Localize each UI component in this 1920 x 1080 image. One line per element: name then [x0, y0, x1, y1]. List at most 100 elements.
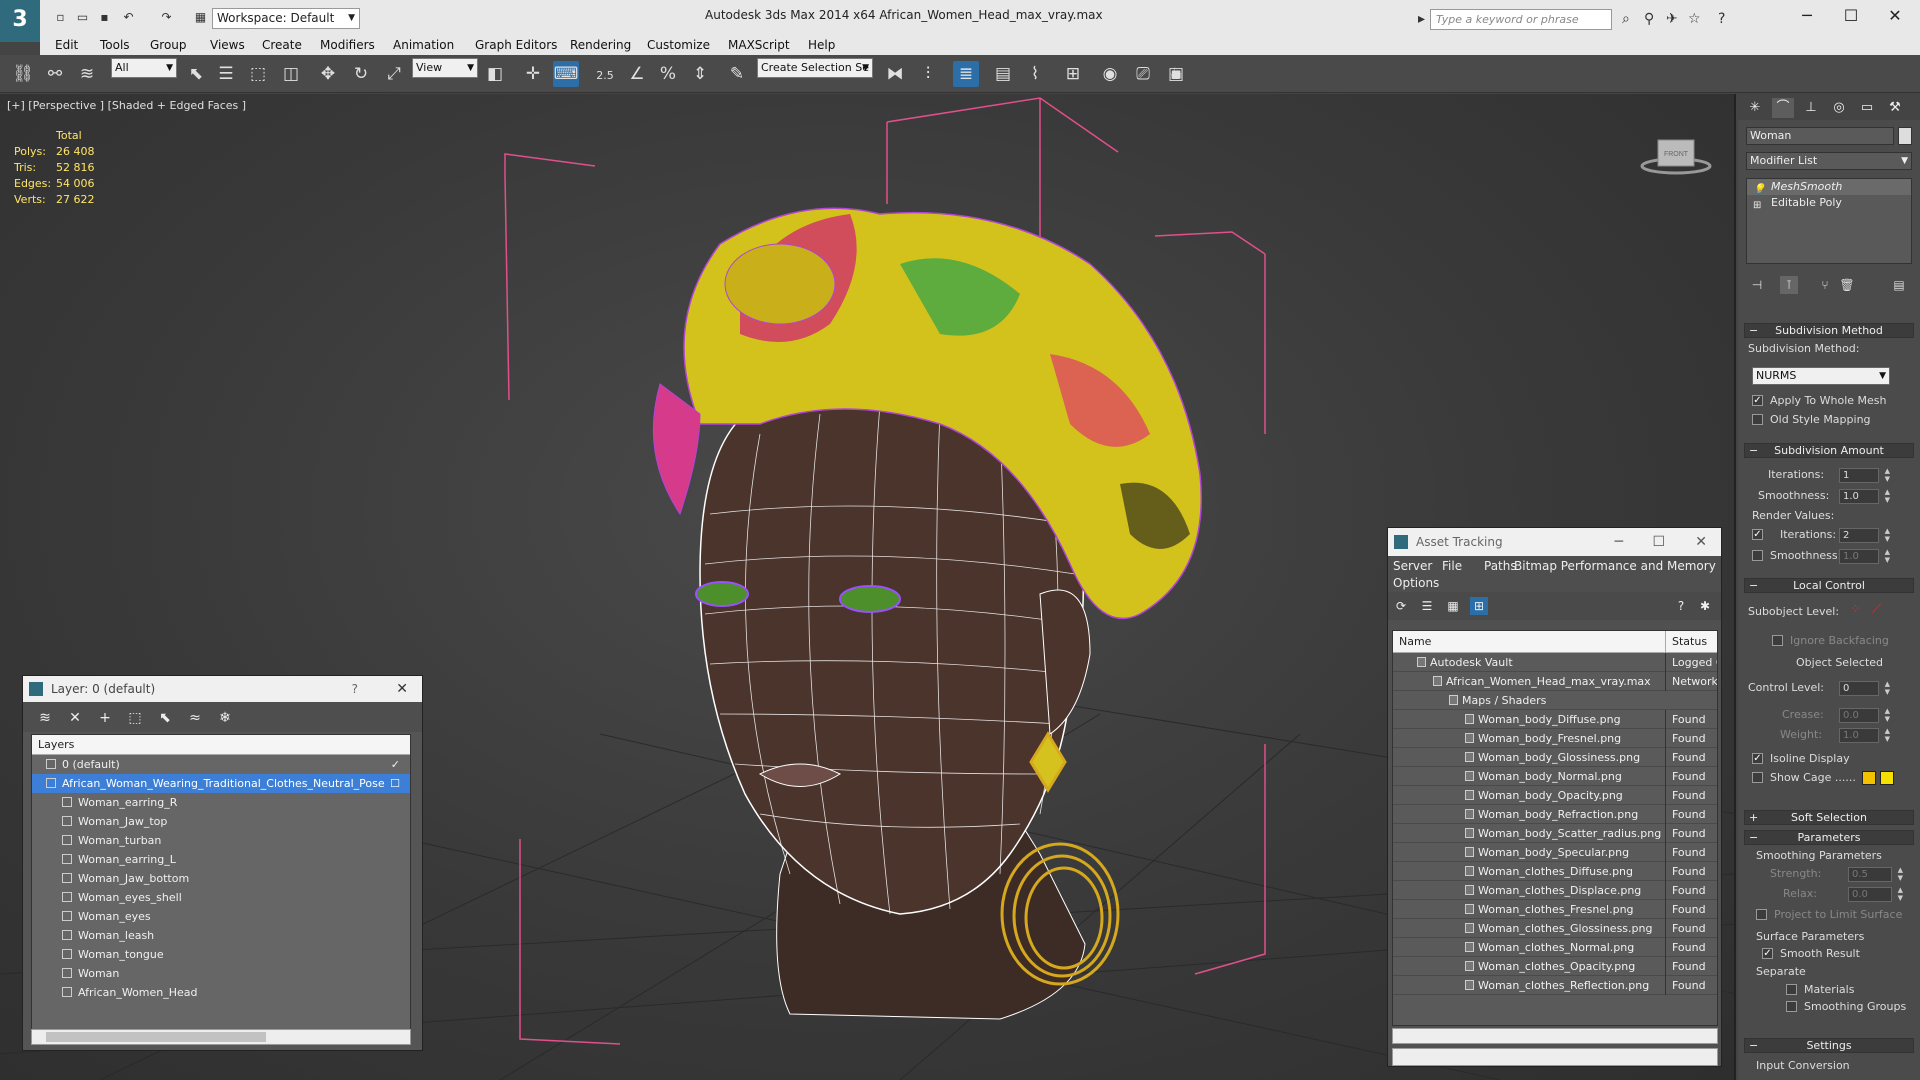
object-color-swatch[interactable] [1898, 127, 1912, 145]
spinner-arrows-icon[interactable]: ▲ ▼ [1885, 488, 1890, 504]
spinner-arrows-icon[interactable]: ▲ ▼ [1885, 527, 1890, 543]
mirror-icon[interactable]: ⧓ [882, 61, 908, 87]
layer-column-header[interactable]: Layers [32, 735, 410, 755]
snaps-toggle-icon[interactable]: 2.5 [592, 61, 618, 87]
asset-row[interactable]: Woman_clothes_Fresnel.png Found [1393, 900, 1717, 919]
weight-spinner[interactable]: 1.0 ▲ ▼ [1839, 727, 1890, 743]
asset-row[interactable]: Autodesk Vault Logged O [1393, 653, 1717, 672]
iterations-spinner[interactable]: 1 ▲ ▼ [1839, 467, 1890, 483]
render-iterations-checkbox[interactable]: ✓ [1752, 529, 1763, 540]
spinner-arrows-icon[interactable]: ▲ ▼ [1885, 707, 1890, 723]
apply-whole-mesh-checkbox[interactable]: ✓ [1752, 395, 1763, 406]
menu-animation[interactable]: Animation [393, 38, 454, 52]
rollout-settings[interactable]: − Settings [1744, 1038, 1914, 1053]
delete-layer-icon[interactable]: ✕ [65, 708, 85, 728]
horizontal-scrollbar[interactable] [31, 1029, 411, 1045]
cage-color-swatch[interactable] [1862, 771, 1876, 785]
minimize-icon[interactable]: ─ [1615, 528, 1623, 556]
close-icon[interactable]: ✕ [396, 676, 408, 702]
cage-color-swatch[interactable] [1880, 771, 1894, 785]
asset-row[interactable]: Woman_clothes_Reflection.png Found [1393, 976, 1717, 995]
strength-spinner[interactable]: 0.5 ▲ ▼ [1848, 866, 1903, 882]
binoculars-icon[interactable]: ⌕ [1622, 11, 1630, 27]
spinner-arrows-icon[interactable]: ▲ ▼ [1885, 467, 1890, 483]
asset-menu-paths[interactable]: Paths [1484, 559, 1517, 573]
asset-menu-server[interactable]: Server [1393, 559, 1432, 573]
asset-row[interactable]: Woman_body_Refraction.png Found [1393, 805, 1717, 824]
select-manipulate-icon[interactable]: ✛ [520, 61, 546, 87]
search-input[interactable]: Type a keyword or phrase [1430, 9, 1612, 30]
select-in-layer-icon[interactable]: ⬚ [125, 708, 145, 728]
asset-row[interactable]: Woman_clothes_Diffuse.png Found [1393, 862, 1717, 881]
modify-tab-icon[interactable]: ⌒ [1772, 98, 1794, 118]
rollout-parameters[interactable]: − Parameters [1744, 830, 1914, 845]
menu-group[interactable]: Group [150, 38, 187, 52]
select-scale-icon[interactable]: ⤢ [381, 61, 407, 87]
layer-row[interactable]: African_Woman_Wearing_Traditional_Clothe… [32, 774, 410, 793]
asset-row[interactable]: Woman_body_Fresnel.png Found [1393, 729, 1717, 748]
pin-icon[interactable]: ✱ [1696, 597, 1714, 615]
rollout-local-control[interactable]: − Local Control [1744, 578, 1914, 593]
graphite-ribbon-icon[interactable]: ▤ [990, 61, 1016, 87]
maximize-icon[interactable]: ☐ [1836, 6, 1866, 25]
smooth-result-checkbox[interactable]: ✓ [1762, 948, 1773, 959]
edit-named-selection-icon[interactable]: ✎ [724, 61, 750, 87]
menu-maxscript[interactable]: MAXScript [728, 38, 790, 52]
asset-row[interactable]: Woman_clothes_Glossiness.png Found [1393, 919, 1717, 938]
help-icon[interactable]: ? [1718, 11, 1725, 27]
menu-customize[interactable]: Customize [647, 38, 710, 52]
asset-menu-bitmap-performance[interactable]: Bitmap Performance and Memory [1514, 559, 1716, 573]
materials-checkbox[interactable] [1786, 984, 1797, 995]
project-folder-icon[interactable]: ▦ [192, 9, 209, 26]
set-active-layer-icon[interactable]: ☐ [390, 774, 400, 793]
schematic-view-icon[interactable]: ⊞ [1060, 61, 1086, 87]
render-iterations-spinner[interactable]: 2 ▲ ▼ [1839, 527, 1890, 543]
layer-row[interactable]: Woman_Jaw_top [32, 812, 410, 831]
menu-graph-editors[interactable]: Graph Editors [475, 38, 557, 52]
asset-menu-file[interactable]: File [1442, 559, 1462, 573]
modifier-list-select[interactable]: Modifier List ▼ [1746, 152, 1912, 170]
select-move-icon[interactable]: ✥ [315, 61, 341, 87]
bind-space-warp-icon[interactable]: ≋ [74, 61, 100, 87]
layer-panel-titlebar[interactable]: Layer: 0 (default) ? ✕ [23, 676, 422, 702]
asset-row[interactable]: Woman_body_Diffuse.png Found [1393, 710, 1717, 729]
rectangular-selection-icon[interactable]: ⬚ [245, 61, 271, 87]
motion-tab-icon[interactable]: ◎ [1828, 98, 1850, 118]
menu-edit[interactable]: Edit [55, 38, 78, 52]
old-style-mapping-checkbox[interactable] [1752, 414, 1763, 425]
selection-filter-select[interactable]: All ▼ [111, 58, 177, 78]
select-by-name-icon[interactable]: ☰ [213, 61, 239, 87]
layer-row[interactable]: Woman [32, 964, 410, 983]
spinner-arrows-icon[interactable]: ▲ ▼ [1898, 886, 1903, 902]
render-smoothness-checkbox[interactable] [1752, 550, 1763, 561]
new-file-icon[interactable]: ▫ [52, 9, 69, 26]
highlight-layer-icon[interactable]: ⬉ [155, 708, 175, 728]
app-logo-icon[interactable]: 3 [0, 0, 40, 42]
menu-help[interactable]: Help [808, 38, 835, 52]
layer-row[interactable]: Woman_eyes [32, 907, 410, 926]
scrollbar-thumb[interactable] [46, 1032, 266, 1042]
percent-snap-icon[interactable]: % [655, 61, 681, 87]
crease-spinner[interactable]: 0.0 ▲ ▼ [1839, 707, 1890, 723]
smoothing-groups-checkbox[interactable] [1786, 1001, 1797, 1012]
undo-icon[interactable]: ↶ [120, 9, 137, 26]
minimize-icon[interactable]: ─ [1792, 6, 1822, 25]
layer-row[interactable]: African_Women_Head [32, 983, 410, 1002]
table-view-icon[interactable]: ⊞ [1470, 597, 1488, 615]
stack-item-meshsmooth[interactable]: 💡 MeshSmooth [1747, 179, 1911, 195]
render-smoothness-spinner[interactable]: 1.0 ▲ ▼ [1839, 548, 1890, 564]
control-level-spinner[interactable]: 0 ▲ ▼ [1839, 680, 1890, 696]
show-cage-checkbox[interactable] [1752, 772, 1763, 783]
rollout-subdivision-method[interactable]: − Subdivision Method [1744, 323, 1914, 338]
hide-all-layers-icon[interactable]: ≈ [185, 708, 205, 728]
reference-coordinate-select[interactable]: View ▼ [412, 58, 478, 78]
menu-rendering[interactable]: Rendering [570, 38, 631, 52]
view-cube[interactable]: FRONT [1640, 132, 1712, 176]
save-file-icon[interactable]: ▪ [96, 9, 113, 26]
asset-row[interactable]: Woman_body_Normal.png Found [1393, 767, 1717, 786]
spinner-arrows-icon[interactable]: ▲ ▼ [1885, 548, 1890, 564]
render-setup-icon[interactable]: ⎚ [1130, 61, 1156, 87]
layer-row[interactable]: Woman_Jaw_bottom [32, 869, 410, 888]
unlink-icon[interactable]: ⚯ [42, 61, 68, 87]
layer-row[interactable]: Woman_eyes_shell [32, 888, 410, 907]
